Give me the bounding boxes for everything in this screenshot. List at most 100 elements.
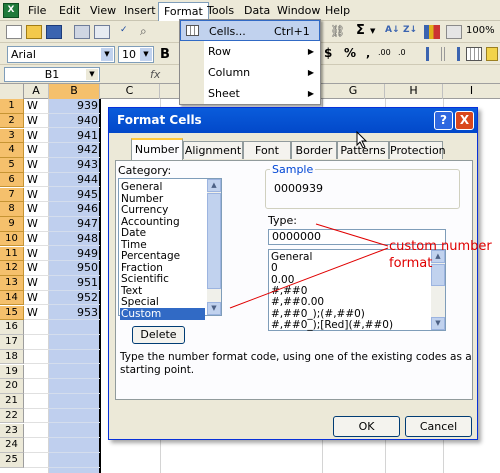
row-header[interactable]: 23 — [0, 423, 24, 439]
open-icon[interactable] — [26, 25, 42, 39]
cell-a[interactable]: W — [24, 129, 49, 144]
name-box[interactable]: B1 ▼ — [4, 67, 100, 82]
cell-b[interactable]: 947 — [49, 217, 100, 232]
row-header[interactable]: 25 — [0, 453, 24, 468]
menu-view[interactable]: View — [86, 2, 120, 19]
row-header[interactable]: 4 — [0, 143, 24, 158]
category-item[interactable]: Currency — [121, 204, 168, 216]
row-header[interactable]: 10 — [0, 231, 24, 247]
cell-b[interactable]: 953 — [49, 306, 100, 321]
cell-a[interactable]: W — [24, 306, 49, 321]
cell-a[interactable]: W — [24, 232, 49, 247]
type-item[interactable]: General — [271, 251, 312, 263]
function-icon[interactable]: fx — [150, 68, 160, 81]
spelling-icon[interactable]: ✓ — [120, 25, 136, 39]
cell-b[interactable]: 943 — [49, 158, 100, 173]
row-header[interactable]: 3 — [0, 128, 24, 144]
cell-b[interactable]: 948 — [49, 232, 100, 247]
type-item[interactable]: 0 — [271, 262, 278, 274]
cell-b[interactable] — [49, 424, 100, 439]
menu-edit[interactable]: Edit — [55, 2, 84, 19]
row-header[interactable]: 14 — [0, 290, 24, 306]
help-button[interactable]: ? — [434, 111, 453, 130]
cell-a[interactable]: W — [24, 217, 49, 232]
menu-item-sheet[interactable]: Sheet ▶ — [180, 83, 320, 104]
cell-a[interactable]: W — [24, 143, 49, 158]
menu-tools[interactable]: Tools — [203, 2, 238, 19]
cell-b[interactable] — [49, 379, 100, 394]
decrease-decimal-icon[interactable]: .0 — [398, 48, 406, 57]
cell-a[interactable]: W — [24, 261, 49, 276]
category-item[interactable]: General — [121, 181, 162, 193]
menu-window[interactable]: Window — [273, 2, 324, 19]
category-item[interactable]: Fraction — [121, 262, 163, 274]
cell-b[interactable] — [49, 350, 100, 365]
font-name-box[interactable]: Arial ▼ — [7, 46, 115, 63]
menu-help[interactable]: Help — [321, 2, 354, 19]
row-header[interactable]: 11 — [0, 246, 24, 262]
row-header[interactable]: 24 — [0, 438, 24, 453]
ok-button[interactable]: OK — [333, 416, 400, 437]
row-header[interactable]: 12 — [0, 261, 24, 276]
autosum-dropdown-icon[interactable]: ▼ — [370, 27, 386, 41]
hyperlink-icon[interactable]: ⛓ — [330, 25, 346, 39]
decrease-indent-icon[interactable] — [426, 47, 442, 61]
tab-font[interactable]: Font — [243, 141, 291, 159]
tab-protection[interactable]: Protection — [389, 141, 446, 159]
row-header[interactable]: 15 — [0, 305, 24, 321]
row-header[interactable]: 20 — [0, 379, 24, 394]
row-header[interactable]: 13 — [0, 276, 24, 291]
row-header[interactable]: 22 — [0, 408, 24, 424]
category-item[interactable]: Scientific — [121, 273, 169, 285]
category-item[interactable]: Special — [121, 296, 159, 308]
scroll-thumb[interactable] — [207, 193, 221, 289]
chart-wizard-icon[interactable] — [424, 25, 440, 39]
type-item[interactable]: #,##0_);[Red](#,##0) — [271, 319, 393, 331]
row-header[interactable]: 19 — [0, 364, 24, 380]
cell-a[interactable] — [24, 350, 49, 365]
cell-a[interactable] — [24, 365, 49, 380]
cell-b[interactable] — [49, 409, 100, 424]
save-icon[interactable] — [46, 25, 62, 39]
cell-a[interactable]: W — [24, 276, 49, 291]
cell-a[interactable] — [24, 453, 49, 468]
cell-a[interactable] — [24, 424, 49, 439]
cell-a[interactable]: W — [24, 247, 49, 262]
print-icon[interactable] — [74, 25, 90, 39]
menu-item-column[interactable]: Column ▶ — [180, 62, 320, 83]
cell-b[interactable]: 951 — [49, 276, 100, 291]
row-header[interactable]: 6 — [0, 172, 24, 188]
column-header-h[interactable]: H — [385, 84, 443, 99]
column-header-i[interactable]: I — [443, 84, 500, 99]
chevron-down-icon[interactable]: ▼ — [86, 69, 98, 80]
cell-a[interactable]: W — [24, 114, 49, 129]
row-header[interactable]: 18 — [0, 349, 24, 365]
category-item[interactable]: Percentage — [121, 250, 180, 262]
cell-b[interactable] — [49, 320, 100, 335]
cell-b[interactable]: 942 — [49, 143, 100, 158]
cell-b[interactable]: 949 — [49, 247, 100, 262]
category-item[interactable]: Accounting — [121, 216, 180, 228]
drawing-icon[interactable] — [446, 25, 462, 39]
cancel-button[interactable]: Cancel — [405, 416, 472, 437]
type-item[interactable]: #,##0.00 — [271, 296, 324, 308]
category-item[interactable]: Text — [121, 285, 142, 297]
select-all-corner[interactable] — [0, 84, 24, 99]
row-header[interactable]: 8 — [0, 202, 24, 217]
zoom-box[interactable]: 100% — [466, 25, 495, 36]
research-icon[interactable]: ⌕ — [140, 25, 156, 39]
cell-b[interactable]: 950 — [49, 261, 100, 276]
menu-file[interactable]: File — [24, 2, 50, 19]
row-header[interactable]: 21 — [0, 394, 24, 409]
cell-b[interactable] — [49, 394, 100, 409]
row-header[interactable]: 16 — [0, 320, 24, 335]
row-header[interactable]: 17 — [0, 335, 24, 350]
menu-insert[interactable]: Insert — [120, 2, 160, 19]
sort-descending-icon[interactable]: Z↓ — [403, 25, 419, 39]
cell-a[interactable] — [24, 409, 49, 424]
cell-b[interactable]: 940 — [49, 114, 100, 129]
bold-icon[interactable]: B — [160, 47, 170, 62]
category-list[interactable]: General Number Currency Accounting Date Time P… — [118, 178, 222, 320]
delete-button[interactable]: Delete — [132, 326, 185, 344]
category-item[interactable]: Number — [121, 193, 163, 205]
